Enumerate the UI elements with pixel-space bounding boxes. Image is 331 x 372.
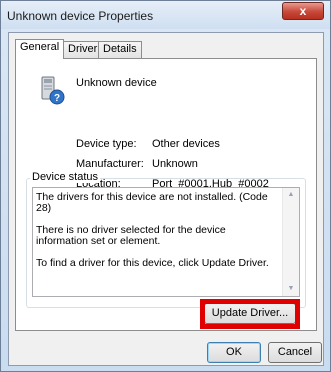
tab-driver-label: Driver (68, 43, 98, 55)
title-bar[interactable]: Unknown device Properties x (1, 1, 330, 29)
tab-general-label: General (20, 41, 60, 53)
manufacturer-value: Unknown (152, 158, 198, 170)
properties-dialog: Unknown device Properties x General Driv… (0, 0, 331, 372)
device-type-value: Other devices (152, 138, 220, 150)
device-status-textbox[interactable]: The drivers for this device are not inst… (32, 187, 300, 297)
tab-general[interactable]: General (15, 39, 65, 59)
window-title: Unknown device Properties (7, 9, 154, 23)
tab-driver[interactable]: Driver (63, 41, 103, 58)
device-status-title: Device status (30, 171, 101, 183)
unknown-device-icon: ? (38, 75, 66, 105)
scroll-up-arrow-icon[interactable]: ▲ (283, 188, 299, 202)
close-icon: x (299, 4, 307, 18)
cancel-button[interactable]: Cancel (268, 342, 322, 363)
device-type-label: Device type: (76, 138, 137, 150)
close-button[interactable]: x (282, 2, 324, 20)
dialog-client-area: General Driver Details ? Unknown device … (8, 32, 324, 366)
device-status-text: The drivers for this device are not inst… (36, 191, 269, 269)
ok-button[interactable]: OK (207, 342, 261, 363)
scroll-down-arrow-icon[interactable]: ▼ (283, 282, 299, 296)
general-tab-panel: ? Unknown device Device type: Other devi… (15, 58, 317, 331)
device-name: Unknown device (76, 77, 157, 89)
tab-details[interactable]: Details (98, 41, 142, 58)
svg-text:?: ? (54, 93, 60, 104)
update-driver-highlight (200, 299, 300, 329)
status-scrollbar[interactable]: ▲ ▼ (282, 188, 299, 296)
manufacturer-label: Manufacturer: (76, 158, 144, 170)
tab-details-label: Details (103, 43, 137, 55)
